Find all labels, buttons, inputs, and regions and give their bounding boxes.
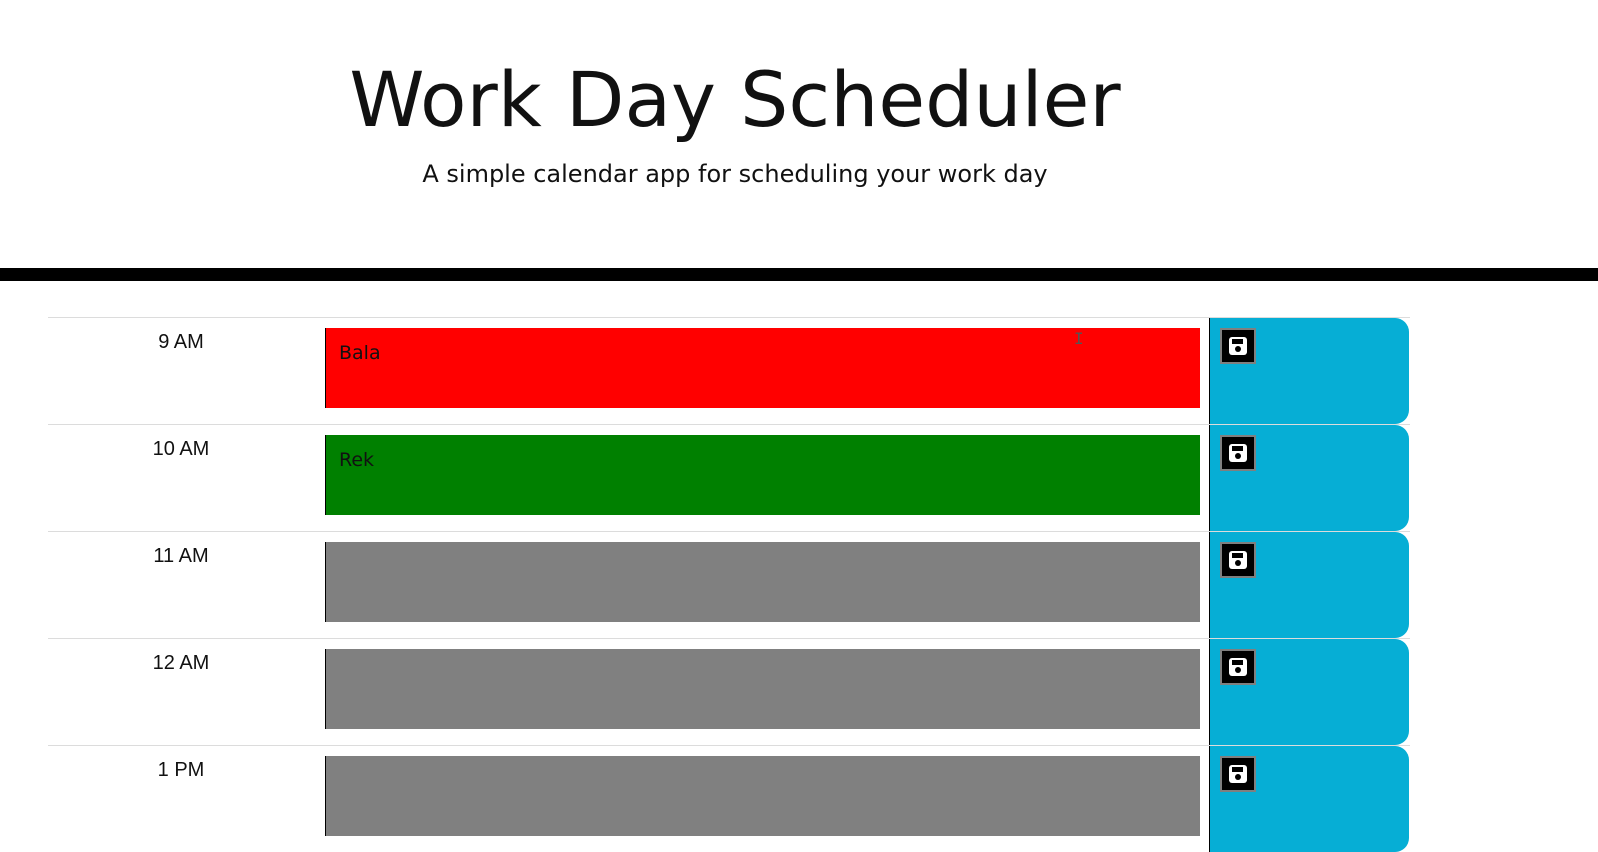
save-button[interactable] [1209, 318, 1409, 424]
event-description-input[interactable] [325, 649, 1200, 729]
floppy-disk-icon[interactable] [1220, 756, 1256, 792]
time-block-row: 11 AM [48, 531, 1410, 638]
event-description-input[interactable] [325, 756, 1200, 836]
page-title: Work Day Scheduler [349, 55, 1121, 144]
event-description-input[interactable]: Rek [325, 435, 1200, 515]
time-block-row: 9 AM Bala [48, 317, 1410, 424]
hour-label: 11 AM [153, 545, 209, 567]
floppy-disk-icon[interactable] [1220, 542, 1256, 578]
hour-label: 12 AM [152, 652, 210, 674]
event-description-input[interactable] [325, 542, 1200, 622]
floppy-disk-icon[interactable] [1220, 649, 1256, 685]
time-block-row: 1 PM [48, 745, 1410, 852]
page-subtitle: A simple calendar app for scheduling you… [422, 160, 1048, 188]
save-button[interactable] [1209, 639, 1409, 745]
floppy-disk-icon[interactable] [1220, 328, 1256, 364]
event-description-input[interactable]: Bala [325, 328, 1200, 408]
time-block-row: 10 AM Rek [48, 424, 1410, 531]
hour-label: 10 AM [152, 438, 210, 460]
floppy-disk-icon[interactable] [1220, 435, 1256, 471]
text-cursor-icon: I [1074, 329, 1084, 348]
page-header: Work Day Scheduler A simple calendar app… [0, 0, 1598, 268]
save-button[interactable] [1209, 425, 1409, 531]
header-divider [0, 268, 1598, 281]
time-block-list: 9 AM Bala 10 AM Rek 11 AM 12 AM 1 PM [48, 317, 1410, 852]
time-block-row: 12 AM [48, 638, 1410, 745]
hour-label: 9 AM [158, 331, 204, 353]
save-button[interactable] [1209, 746, 1409, 852]
save-button[interactable] [1209, 532, 1409, 638]
hour-label: 1 PM [157, 759, 205, 781]
